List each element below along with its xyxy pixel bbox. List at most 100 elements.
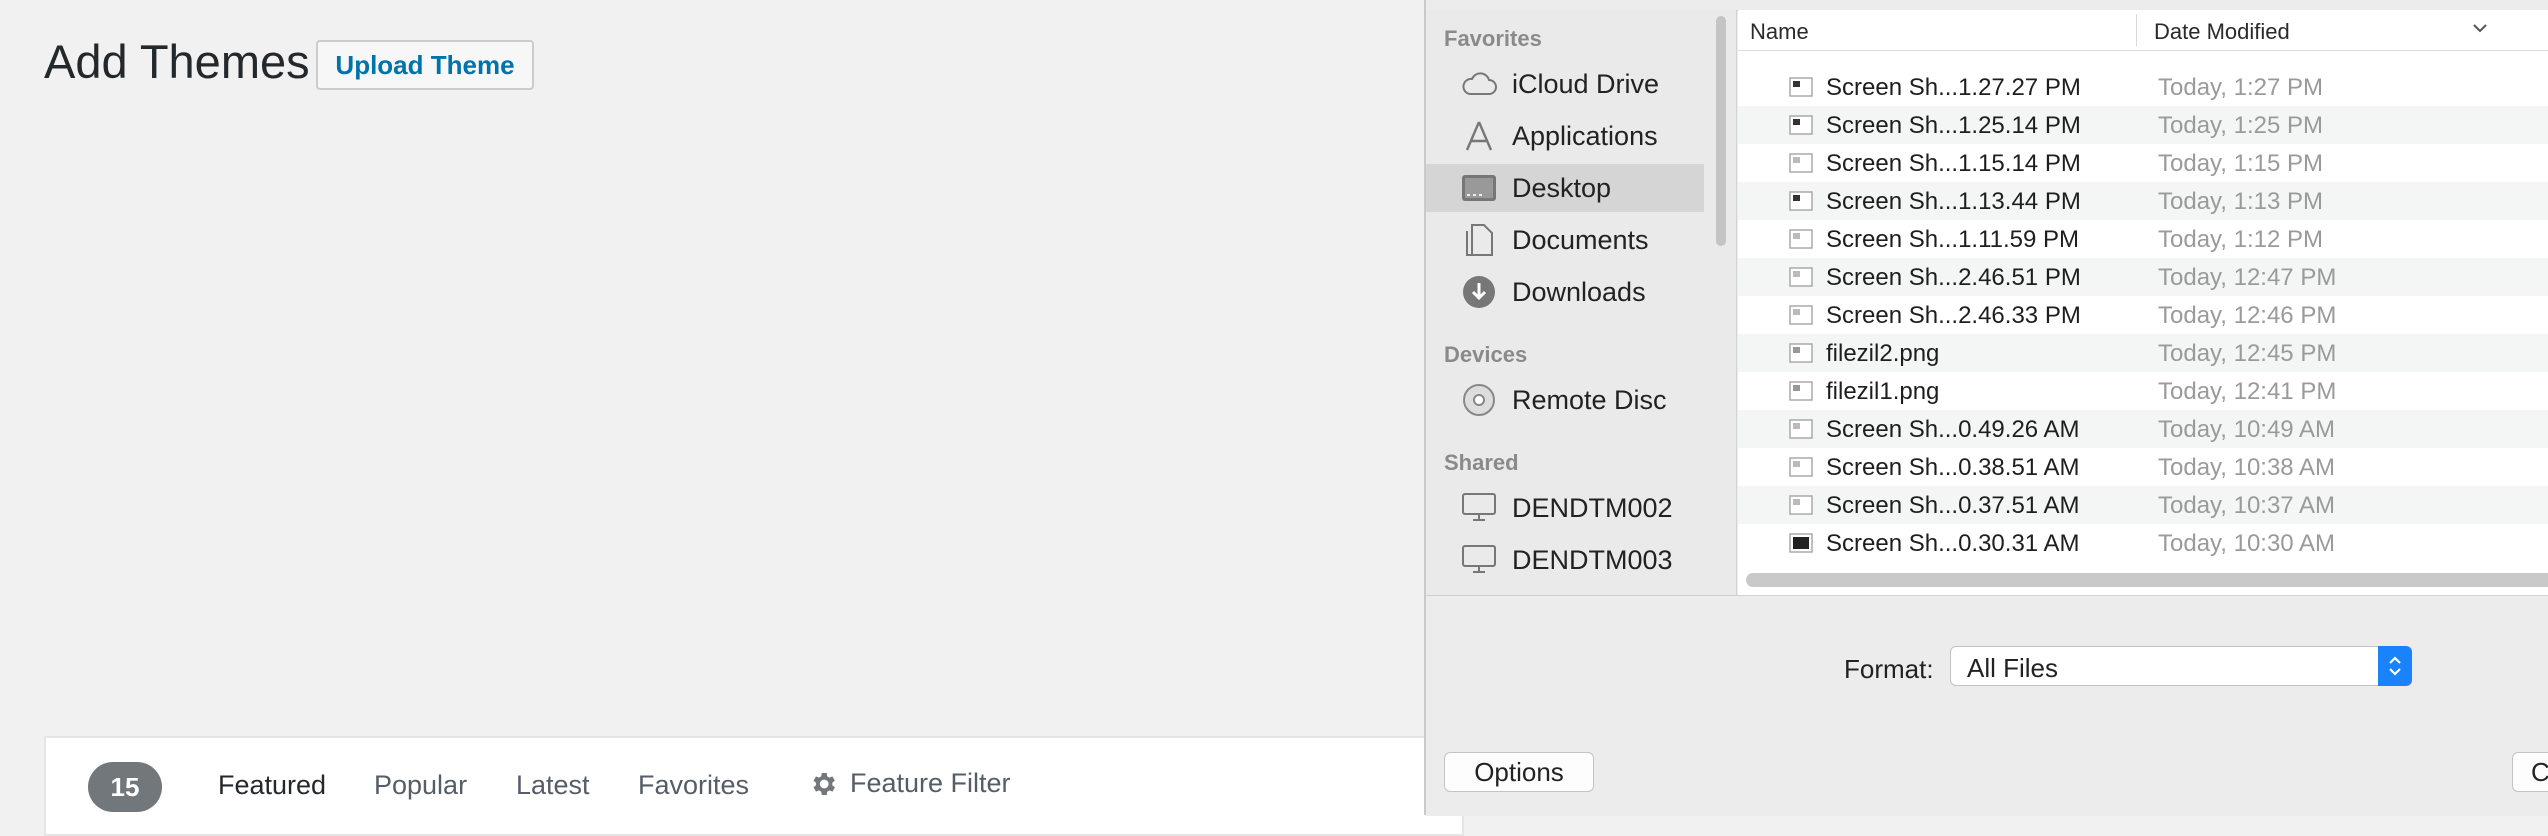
sidebar-item-label: Remote Disc [1512,384,1667,415]
file-row[interactable]: Screen Sh...0.49.26 AM Today, 10:49 AM [1738,410,2548,448]
file-date-modified: Today, 10:38 AM [2158,454,2335,481]
file-name: Screen Sh...0.37.51 AM [1826,492,2080,519]
format-select[interactable]: All Files [1950,646,2412,686]
file-row[interactable]: filezil1.png Today, 12:41 PM [1738,372,2548,410]
image-file-icon [1789,77,1813,97]
select-arrows-icon [2378,646,2412,686]
image-file-icon [1789,381,1813,401]
options-button[interactable]: Options [1444,752,1594,792]
file-name: Screen Sh...1.27.27 PM [1826,74,2081,101]
desktop-icon [1460,169,1498,207]
image-file-icon [1789,229,1813,249]
dialog-footer: Format: All Files Options Cancel [1426,595,2548,816]
file-list: Name Date Modified Screen Sh...1.27.27 P… [1738,10,2548,595]
file-name: Screen Sh...0.38.51 AM [1826,454,2080,481]
sidebar-item-applications[interactable]: Applications [1426,112,1704,160]
sidebar-heading-devices: Devices [1444,342,1528,367]
file-row[interactable]: Screen Sh...2.46.33 PM Today, 12:46 PM [1738,296,2548,334]
file-row[interactable]: Screen Sh...1.15.14 PM Today, 1:15 PM [1738,144,2548,182]
format-label: Format: [1844,654,1934,684]
file-name: Screen Sh...0.49.26 AM [1826,416,2080,443]
sidebar-item-label: iCloud Drive [1512,68,1660,99]
file-name: Screen Sh...0.30.31 AM [1826,530,2080,557]
feature-filter-label: Feature Filter [850,768,1011,798]
file-date-modified: Today, 1:27 PM [2158,74,2323,101]
tab-popular[interactable]: Popular [374,770,467,801]
sidebar-item-label: Documents [1512,224,1649,255]
upload-theme-button[interactable]: Upload Theme [316,40,534,90]
file-date-modified: Today, 10:49 AM [2158,416,2335,443]
sidebar-item-dendtm003[interactable]: DENDTM003 [1426,536,1704,584]
theme-filter-bar: 15 Featured Popular Latest Favorites Fea… [44,736,1464,836]
file-date-modified: Today, 10:30 AM [2158,530,2335,557]
image-file-icon [1789,457,1813,477]
file-row[interactable]: filezil2.png Today, 12:45 PM [1738,334,2548,372]
file-date-modified: Today, 10:37 AM [2158,492,2335,519]
applications-icon [1460,117,1498,155]
sidebar-item-label: Applications [1512,120,1658,151]
file-name: Screen Sh...2.46.33 PM [1826,302,2081,329]
file-name: Screen Sh...1.25.14 PM [1826,112,2081,139]
theme-count-badge: 15 [88,762,162,812]
file-list-header: Name Date Modified [1738,10,2548,51]
format-select-value: All Files [1967,653,2059,683]
documents-icon [1460,221,1498,259]
tab-featured[interactable]: Featured [218,770,326,801]
file-date-modified: Today, 1:15 PM [2158,150,2323,177]
file-date-modified: Today, 12:41 PM [2158,378,2337,405]
sidebar-item-label: Desktop [1512,172,1612,203]
file-name: Screen Sh...1.13.44 PM [1826,188,2081,215]
column-header-name[interactable]: Name [1750,19,1809,45]
file-row[interactable]: Screen Sh...1.13.44 PM Today, 1:13 PM [1738,182,2548,220]
image-file-icon [1789,419,1813,439]
file-name: filezil2.png [1826,340,1940,367]
tab-latest[interactable]: Latest [516,770,590,801]
sidebar-item-downloads[interactable]: Downloads [1426,268,1704,316]
image-file-icon [1789,533,1813,553]
file-date-modified: Today, 1:13 PM [2158,188,2323,215]
image-file-icon [1789,115,1813,135]
image-file-icon [1789,305,1813,325]
file-date-modified: Today, 1:12 PM [2158,226,2323,253]
file-open-dialog: Favorites iCloud Drive Applications Desk… [1424,0,2548,816]
column-divider[interactable] [2136,14,2137,46]
file-row[interactable]: Screen Sh...0.38.51 AM Today, 10:38 AM [1738,448,2548,486]
sidebar-item-dendtm002[interactable]: DENDTM002 [1426,484,1704,532]
sidebar-heading-favorites: Favorites [1444,26,1542,51]
image-file-icon [1789,267,1813,287]
sidebar-item-label: DENDTM003 [1512,544,1673,575]
image-file-icon [1789,191,1813,211]
file-name: Screen Sh...2.46.51 PM [1826,264,2081,291]
page-title: Add Themes [44,35,310,88]
computer-icon [1460,489,1498,527]
file-row[interactable]: Screen Sh...0.37.51 AM Today, 10:37 AM [1738,486,2548,524]
chevron-down-icon[interactable] [2472,22,2488,34]
sidebar-item-desktop[interactable]: Desktop [1426,164,1704,212]
gear-icon [813,772,835,795]
file-row[interactable]: Screen Sh...1.11.59 PM Today, 1:12 PM [1738,220,2548,258]
image-file-icon [1789,495,1813,515]
sidebar-item-remote-disc[interactable]: Remote Disc [1426,376,1704,424]
cloud-icon [1460,65,1498,103]
file-row[interactable]: Screen Sh...1.25.14 PM Today, 1:25 PM [1738,106,2548,144]
image-file-icon [1789,153,1813,173]
cancel-button[interactable]: Cancel [2512,752,2548,792]
file-row[interactable]: Screen Sh...1.27.27 PM Today, 1:27 PM [1738,68,2548,106]
file-name: Screen Sh...1.15.14 PM [1826,150,2081,177]
dialog-sidebar: Favorites iCloud Drive Applications Desk… [1426,10,1737,595]
file-date-modified: Today, 1:25 PM [2158,112,2323,139]
sidebar-item-label: DENDTM002 [1512,492,1673,523]
sidebar-item-documents[interactable]: Documents [1426,216,1704,264]
sidebar-item-icloud-drive[interactable]: iCloud Drive [1426,60,1704,108]
horizontal-scrollbar[interactable] [1746,573,2548,587]
sidebar-heading-shared: Shared [1444,450,1519,475]
feature-filter-button[interactable]: Feature Filter [808,768,1011,799]
sidebar-item-label: Downloads [1512,276,1646,307]
file-date-modified: Today, 12:47 PM [2158,264,2337,291]
sidebar-scrollbar[interactable] [1716,16,1726,246]
column-header-date-modified[interactable]: Date Modified [2154,19,2290,45]
file-row[interactable]: Screen Sh...0.30.31 AM Today, 10:30 AM [1738,524,2548,562]
file-name: Screen Sh...1.11.59 PM [1826,226,2080,253]
file-row[interactable]: Screen Sh...2.46.51 PM Today, 12:47 PM [1738,258,2548,296]
tab-favorites[interactable]: Favorites [638,770,749,801]
